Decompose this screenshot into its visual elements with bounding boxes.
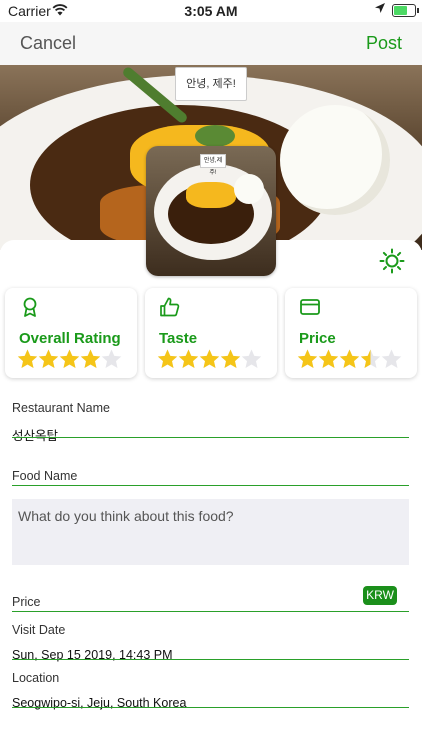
- star-icon[interactable]: [199, 348, 220, 370]
- star-icon[interactable]: [178, 348, 199, 370]
- restaurant-name-label: Restaurant Name: [12, 401, 110, 415]
- navigation-bar: Cancel Post: [0, 22, 422, 65]
- overall-rating-label: Overall Rating: [19, 330, 121, 347]
- star-icon[interactable]: [297, 348, 318, 370]
- star-icon[interactable]: [59, 348, 80, 370]
- restaurant-name-underline: [12, 437, 409, 438]
- award-ribbon-icon: [23, 297, 37, 317]
- price-underline: [12, 611, 409, 612]
- restaurant-name-input[interactable]: 성산옥탑: [12, 425, 58, 444]
- star-icon[interactable]: [241, 348, 262, 370]
- thumbnail-sign-text: 안녕,제주!: [200, 154, 226, 176]
- food-thumbnail[interactable]: 안녕,제주!: [146, 146, 276, 276]
- star-icon[interactable]: [101, 348, 122, 370]
- thumbs-up-icon: [160, 297, 180, 317]
- currency-button[interactable]: KRW: [363, 586, 397, 605]
- post-button[interactable]: Post: [366, 33, 402, 54]
- price-rating-label: Price: [299, 330, 336, 347]
- star-icon[interactable]: [220, 348, 241, 370]
- price-rating-stars[interactable]: [297, 348, 402, 372]
- star-icon[interactable]: [381, 348, 402, 370]
- star-icon[interactable]: [80, 348, 101, 370]
- taste-rating-card: Taste: [145, 288, 277, 378]
- status-bar: Carrier 3:05 AM: [0, 0, 422, 22]
- status-time: 3:05 AM: [184, 3, 238, 19]
- star-icon[interactable]: [318, 348, 339, 370]
- credit-card-icon: [300, 299, 320, 315]
- visit-date-underline: [12, 659, 409, 660]
- overall-rating-card: Overall Rating: [5, 288, 137, 378]
- star-icon[interactable]: [17, 348, 38, 370]
- battery-icon: [392, 4, 419, 17]
- price-rating-card: Price: [285, 288, 417, 378]
- taste-rating-stars[interactable]: [157, 348, 262, 372]
- food-name-input[interactable]: [12, 469, 409, 485]
- location-arrow-icon: [375, 3, 385, 13]
- star-icon[interactable]: [38, 348, 59, 370]
- location-underline: [12, 707, 409, 708]
- cancel-button[interactable]: Cancel: [20, 33, 76, 54]
- taste-rating-label: Taste: [159, 330, 198, 347]
- hero-sign-text: 안녕, 제주!: [175, 67, 247, 101]
- star-icon[interactable]: [360, 348, 381, 370]
- overall-rating-stars[interactable]: [17, 348, 122, 372]
- star-icon[interactable]: [339, 348, 360, 370]
- location-label: Location: [12, 671, 60, 685]
- food-name-underline: [12, 485, 409, 486]
- visit-date-label: Visit Date: [12, 623, 66, 637]
- star-icon[interactable]: [157, 348, 178, 370]
- price-input[interactable]: Price: [12, 595, 40, 609]
- comment-textarea[interactable]: [12, 499, 409, 565]
- sun-icon[interactable]: [379, 248, 405, 274]
